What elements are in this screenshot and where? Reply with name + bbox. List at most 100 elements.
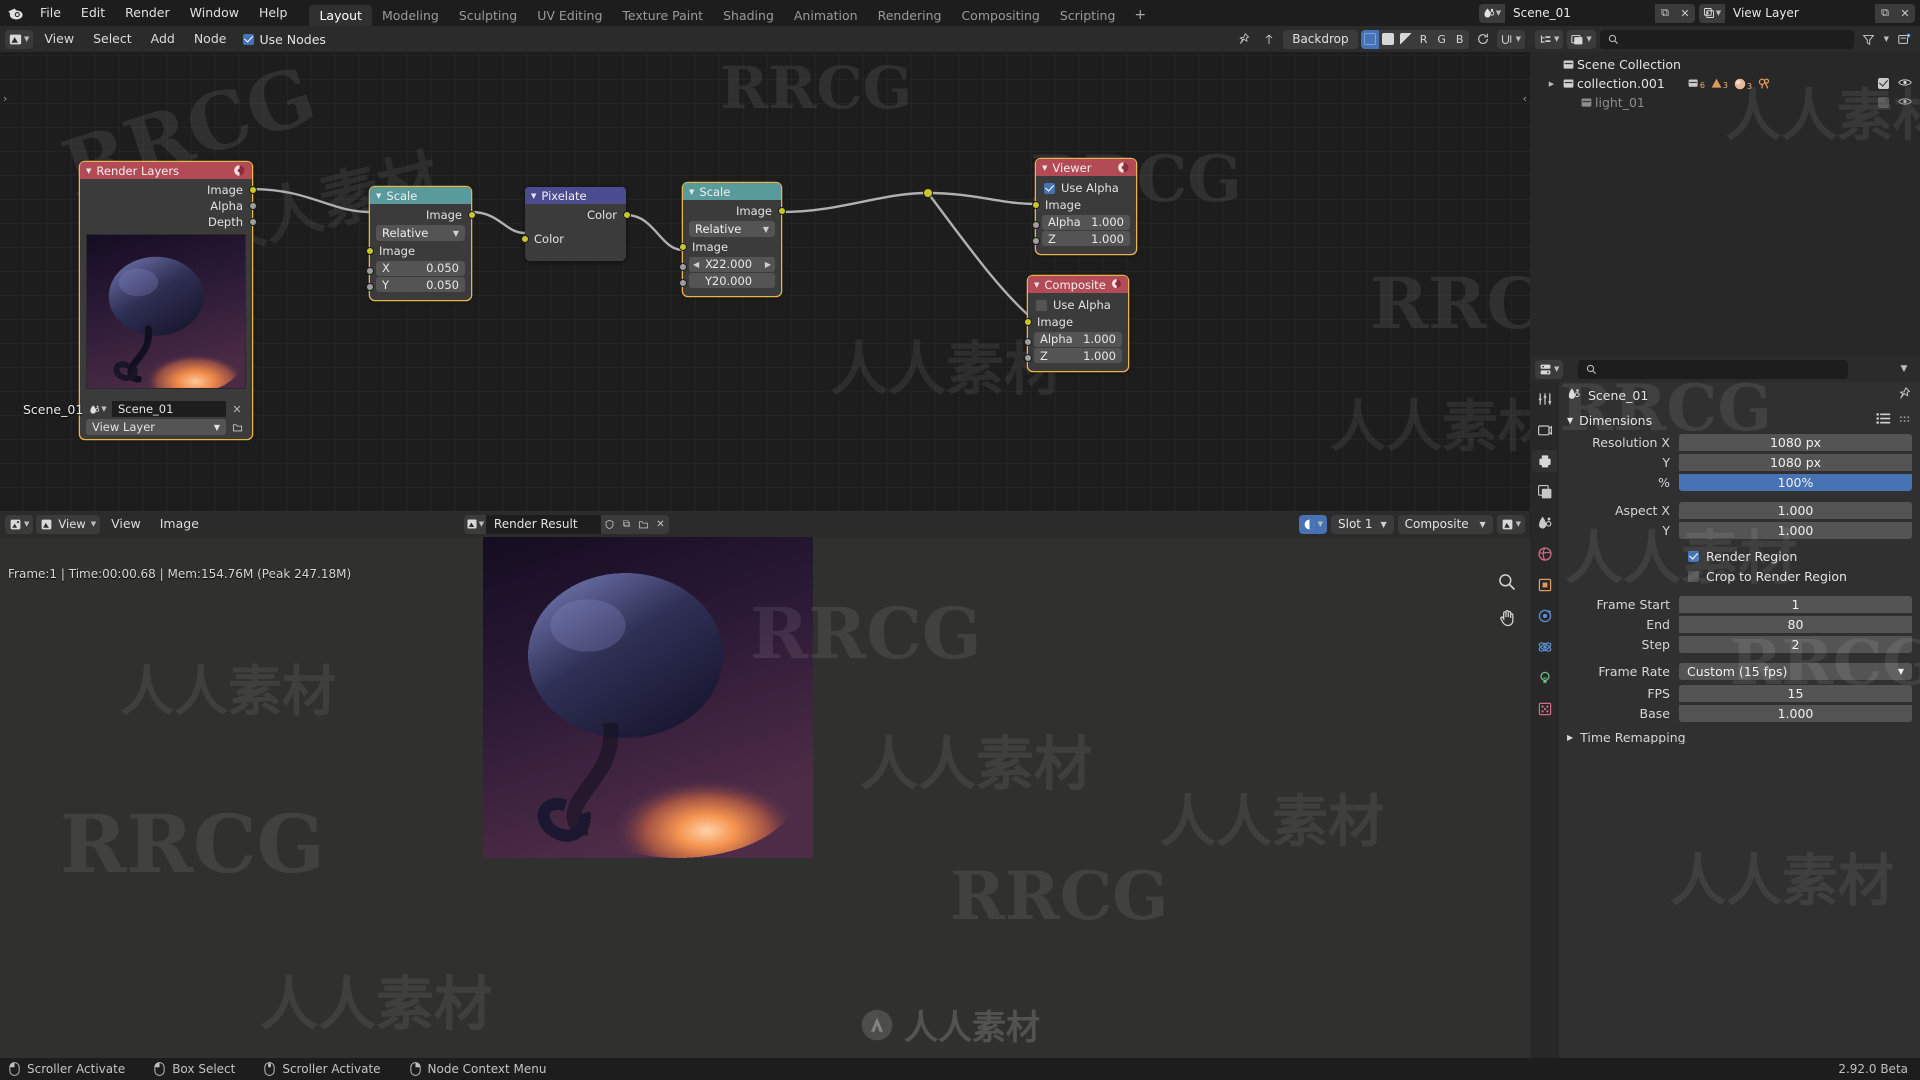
field-x[interactable]: ◀ X 22.000 ▶: [689, 257, 775, 272]
collapse-triangle-icon[interactable]: ▼: [689, 188, 694, 196]
tab-layout[interactable]: Layout: [309, 5, 372, 26]
field-alpha[interactable]: Alpha 1.000: [1034, 332, 1122, 347]
outliner-row-collection-001[interactable]: ▶ collection.001 6 3 3: [1530, 74, 1920, 93]
unlink-image-icon[interactable]: ✕: [652, 515, 669, 534]
left-region-toggle[interactable]: ›: [3, 92, 7, 105]
node-composite[interactable]: ▼ Composite Use Alpha Image: [1028, 276, 1128, 371]
decrement-arrow-icon[interactable]: ◀: [693, 260, 699, 269]
field-z[interactable]: Z 1.000: [1042, 231, 1130, 246]
scene-name-field[interactable]: Scene_01: [1505, 4, 1655, 23]
eye-icon[interactable]: [1898, 76, 1912, 91]
socket-depth[interactable]: [249, 218, 257, 226]
image-name-field[interactable]: Render Result: [486, 515, 601, 534]
pin-icon[interactable]: [1233, 28, 1255, 50]
socket-image-input[interactable]: [366, 247, 374, 255]
tab-scene[interactable]: [1532, 512, 1557, 534]
checkbox-icon[interactable]: [1878, 97, 1889, 108]
checkbox-icon[interactable]: [1878, 78, 1889, 89]
socket-row-image-in[interactable]: Image: [370, 243, 471, 259]
menu-window[interactable]: Window: [180, 0, 249, 26]
render-slot-dropdown[interactable]: Slot 1 ▼: [1331, 515, 1394, 534]
fake-user-icon[interactable]: [601, 515, 618, 534]
node-menu-view[interactable]: View: [36, 26, 82, 52]
menu-file[interactable]: File: [30, 0, 71, 26]
display-mode-button[interactable]: ▼: [1567, 30, 1595, 49]
socket-row-color-in[interactable]: Color: [525, 231, 626, 247]
pan-hand-icon[interactable]: [1494, 605, 1520, 631]
tab-animation[interactable]: Animation: [784, 5, 868, 26]
panel-header-dimensions[interactable]: ▼ Dimensions: [1559, 408, 1920, 432]
view-layer-name-field[interactable]: View Layer: [1725, 4, 1875, 23]
socket-color-input[interactable]: [521, 235, 529, 243]
outliner-row-light-01[interactable]: light_01: [1530, 93, 1920, 112]
expand-triangle-icon[interactable]: ▶: [1567, 733, 1573, 742]
view-layer-selector[interactable]: ▼ View Layer ⧉ ✕: [1699, 4, 1915, 23]
tab-object-data[interactable]: [1532, 667, 1557, 689]
tab-texture[interactable]: [1532, 698, 1557, 720]
close-icon[interactable]: ✕: [228, 401, 246, 417]
collapse-triangle-icon[interactable]: ▼: [1042, 164, 1047, 172]
socket-alpha[interactable]: [1032, 221, 1040, 229]
tab-output[interactable]: [1532, 450, 1557, 472]
render-pass-dropdown[interactable]: Composite ▼: [1398, 515, 1493, 534]
tab-object[interactable]: [1532, 574, 1557, 596]
pin-icon[interactable]: [1898, 387, 1912, 404]
image-editor-canvas[interactable]: Frame:1 | Time:00:00.68 | Mem:154.76M (P…: [0, 537, 1530, 1060]
preset-list-icon[interactable]: [1876, 412, 1891, 428]
socket-row-alpha[interactable]: Alpha: [80, 198, 252, 214]
field-x[interactable]: X 0.050: [376, 261, 465, 276]
tab-uv-editing[interactable]: UV Editing: [527, 5, 612, 26]
image-menu-view[interactable]: View: [103, 511, 149, 537]
socket-image[interactable]: [468, 211, 476, 219]
render-region-toggle[interactable]: Render Region: [1559, 547, 1920, 566]
snapping-group[interactable]: ▼: [1497, 30, 1525, 49]
node-header[interactable]: ▼ Pixelate: [525, 187, 626, 204]
socket-row-image[interactable]: Image: [80, 182, 252, 198]
collapse-triangle-icon[interactable]: ▼: [1567, 416, 1573, 425]
tab-modifiers[interactable]: [1532, 605, 1557, 627]
go-to-parent-icon[interactable]: [1258, 28, 1280, 50]
tab-texture-paint[interactable]: Texture Paint: [612, 5, 713, 26]
socket-row-image-out[interactable]: Image: [370, 207, 471, 223]
backdrop-toggle[interactable]: Backdrop: [1283, 30, 1357, 49]
node-header[interactable]: ▼ Viewer: [1036, 159, 1136, 176]
new-view-layer-icon[interactable]: ⧉: [1875, 4, 1895, 23]
new-scene-icon[interactable]: ⧉: [1655, 4, 1675, 23]
socket-row-color-out[interactable]: Color: [525, 207, 626, 223]
socket-alpha[interactable]: [249, 202, 257, 210]
open-image-icon[interactable]: [635, 515, 652, 534]
collapse-triangle-icon[interactable]: ▼: [531, 192, 536, 200]
node-pixelate[interactable]: ▼ Pixelate Color Color: [525, 187, 626, 261]
frame-start-field[interactable]: 1: [1679, 596, 1912, 613]
fps-field[interactable]: 15: [1679, 685, 1912, 702]
scene-selector[interactable]: ▼ Scene_01 ⧉ ✕: [1479, 4, 1695, 23]
delete-view-layer-icon[interactable]: ✕: [1895, 4, 1915, 23]
increment-arrow-icon[interactable]: ▶: [765, 260, 771, 269]
use-nodes-toggle[interactable]: Use Nodes: [237, 32, 331, 47]
socket-color-output[interactable]: [623, 211, 631, 219]
aspect-y-field[interactable]: 1.000: [1679, 522, 1912, 539]
editor-type-button[interactable]: ▼: [5, 515, 33, 534]
node-header[interactable]: ▼ Composite: [1028, 276, 1128, 293]
disclosure-triangle-icon[interactable]: ▶: [1544, 80, 1559, 88]
socket-y[interactable]: [366, 283, 374, 291]
socket-image-input[interactable]: [1024, 318, 1032, 326]
channel-alpha-button[interactable]: [1397, 30, 1415, 49]
channel-r-button[interactable]: R: [1415, 30, 1433, 49]
collapse-triangle-icon[interactable]: ▼: [86, 167, 91, 175]
properties-options-chevron-icon[interactable]: ▼: [1893, 358, 1915, 380]
socket-z[interactable]: [1024, 354, 1032, 362]
outliner-search-input[interactable]: [1600, 30, 1854, 49]
frame-step-field[interactable]: 2: [1679, 636, 1912, 653]
crop-to-render-region-toggle[interactable]: Crop to Render Region: [1559, 567, 1920, 586]
resolution-x-field[interactable]: 1080 px: [1679, 434, 1912, 451]
node-header[interactable]: ▼ Render Layers: [80, 162, 252, 179]
scale-mode-dropdown[interactable]: Relative ▼: [689, 221, 775, 237]
aspect-x-field[interactable]: 1.000: [1679, 502, 1912, 519]
zoom-icon[interactable]: [1494, 569, 1520, 595]
socket-image[interactable]: [778, 207, 786, 215]
menu-render[interactable]: Render: [115, 0, 180, 26]
socket-x[interactable]: [366, 267, 374, 275]
frame-rate-dropdown[interactable]: Custom (15 fps) ▼: [1679, 663, 1912, 680]
view-transform-button[interactable]: ▼: [1497, 515, 1525, 534]
